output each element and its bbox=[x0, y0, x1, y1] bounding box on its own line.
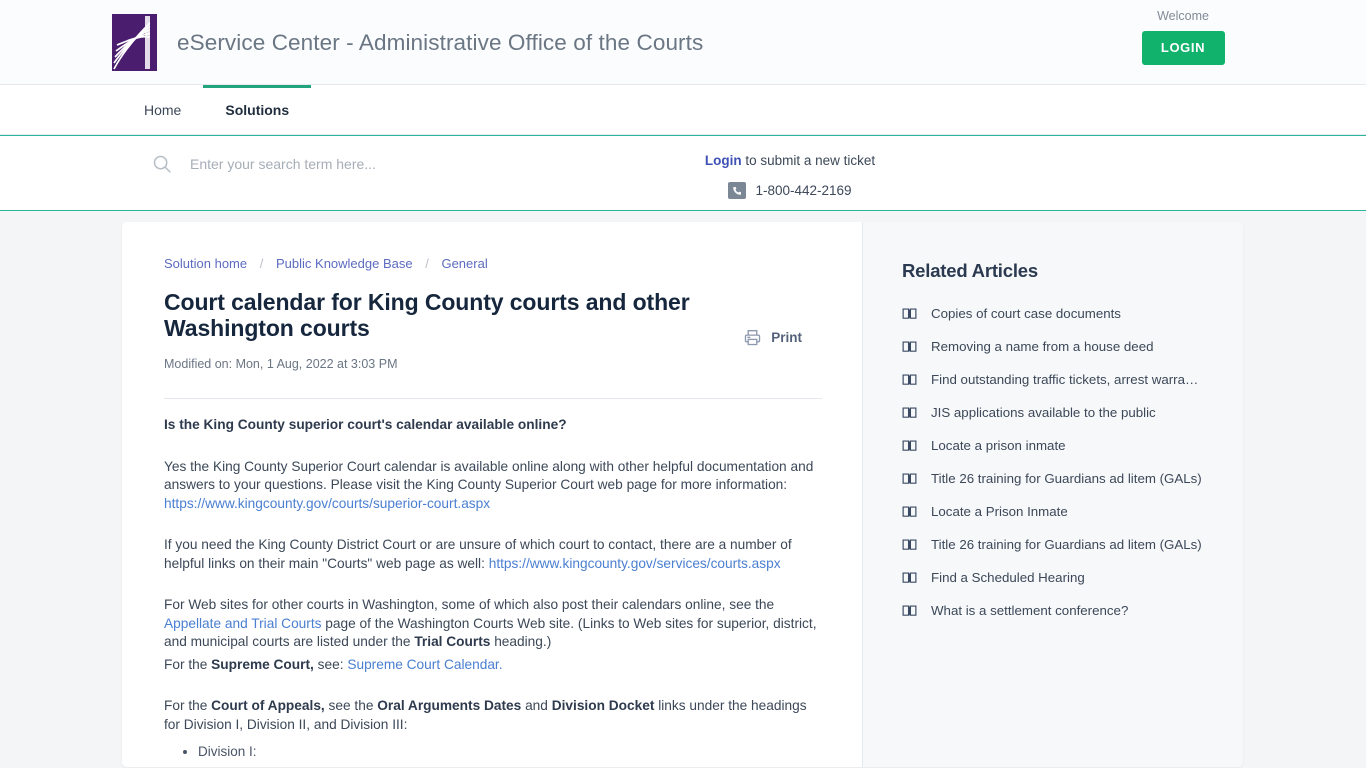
brand[interactable]: eService Center - Administrative Office … bbox=[112, 14, 703, 71]
article-paragraph-3: For Web sites for other courts in Washin… bbox=[164, 596, 824, 652]
related-articles-title: Related Articles bbox=[902, 260, 1038, 281]
list-item[interactable]: Removing a name from a house deed bbox=[902, 330, 1223, 363]
breadcrumb: Solution home / Public Knowledge Base / … bbox=[164, 255, 820, 273]
breadcrumb-item-public-knowledge-base[interactable]: Public Knowledge Base bbox=[276, 256, 413, 271]
search-icon bbox=[152, 154, 172, 174]
book-icon bbox=[902, 405, 917, 420]
article-paragraph-1: Yes the King County Superior Court calen… bbox=[164, 458, 824, 514]
book-icon bbox=[902, 471, 917, 486]
p5-bold-oral-arguments-dates: Oral Arguments Dates bbox=[377, 698, 522, 713]
title-row: Court calendar for King County courts an… bbox=[164, 289, 820, 348]
p5-text-a: For the bbox=[164, 698, 212, 713]
related-article-label: Find a Scheduled Hearing bbox=[931, 570, 1085, 585]
breadcrumb-item-general[interactable]: General bbox=[441, 256, 487, 271]
support-phone-number: 1-800-442-2169 bbox=[755, 183, 852, 198]
content-card: Solution home / Public Knowledge Base / … bbox=[122, 222, 1243, 767]
p1-link-superior-court[interactable]: https://www.kingcounty.gov/courts/superi… bbox=[164, 496, 490, 511]
article-question-text: Is the King County superior court's cale… bbox=[164, 417, 567, 432]
book-icon bbox=[902, 504, 917, 519]
book-icon bbox=[902, 339, 917, 354]
p4-text-b: see: bbox=[313, 656, 348, 672]
nav-item-solutions[interactable]: Solutions bbox=[203, 85, 311, 134]
list-item[interactable]: What is a settlement conference? bbox=[902, 594, 1223, 627]
article-paragraph-4: For the Supreme Court, see: Supreme Cour… bbox=[164, 656, 824, 675]
related-article-label: What is a settlement conference? bbox=[931, 603, 1129, 618]
breadcrumb-separator: / bbox=[425, 256, 429, 271]
list-item: Division I: bbox=[198, 742, 824, 761]
breadcrumb-separator: / bbox=[259, 256, 264, 271]
p3-text-c: heading.) bbox=[490, 634, 552, 649]
list-item[interactable]: Title 26 training for Guardians ad litem… bbox=[902, 528, 1223, 561]
book-icon bbox=[902, 603, 917, 618]
article-column: Solution home / Public Knowledge Base / … bbox=[122, 222, 862, 767]
article-paragraph-5: For the Court of Appeals, see the Oral A… bbox=[164, 697, 824, 734]
related-article-label: Locate a prison inmate bbox=[931, 438, 1066, 453]
welcome-text: Welcome bbox=[1157, 9, 1209, 23]
book-icon bbox=[902, 306, 917, 321]
support-phone[interactable]: 1-800-442-2169 bbox=[600, 182, 980, 199]
book-icon bbox=[902, 537, 917, 552]
p1-text: Yes the King County Superior Court calen… bbox=[164, 458, 814, 493]
list-item[interactable]: Locate a prison inmate bbox=[902, 429, 1223, 462]
related-article-label: Copies of court case documents bbox=[931, 306, 1121, 321]
p3-text-a: For Web sites for other courts in Washin… bbox=[164, 597, 775, 612]
book-icon bbox=[902, 372, 917, 387]
p4-bold-supreme-court: Supreme Court, bbox=[211, 656, 314, 672]
p3-bold-trial-courts: Trial Courts bbox=[414, 634, 491, 649]
login-button[interactable]: LOGIN bbox=[1141, 31, 1225, 65]
p5-bold-division-docket: Division Docket bbox=[551, 698, 655, 713]
main-nav: Home Solutions bbox=[0, 85, 1366, 135]
print-button[interactable]: Print bbox=[737, 327, 808, 348]
related-articles-list: Copies of court case documents Removing … bbox=[902, 297, 1223, 627]
division-list: Division I: bbox=[164, 742, 824, 761]
submit-ticket-login-link[interactable]: Login bbox=[705, 153, 742, 168]
p3-link-appellate-trial-courts[interactable]: Appellate and Trial Courts bbox=[164, 616, 322, 631]
related-article-label: Removing a name from a house deed bbox=[931, 339, 1154, 354]
p5-text-c: and bbox=[521, 698, 552, 713]
list-item[interactable]: Copies of court case documents bbox=[902, 297, 1223, 330]
modified-date: Modified on: Mon, 1 Aug, 2022 at 3:03 PM bbox=[164, 357, 398, 371]
nav-item-home[interactable]: Home bbox=[122, 85, 203, 134]
p5-bold-court-of-appeals: Court of Appeals, bbox=[211, 698, 325, 713]
related-article-label: Title 26 training for Guardians ad litem… bbox=[931, 537, 1202, 552]
related-article-label: Title 26 training for Guardians ad litem… bbox=[931, 471, 1202, 486]
article-body: Is the King County superior court's cale… bbox=[164, 399, 824, 761]
header-account-area: Welcome LOGIN bbox=[1123, 8, 1243, 65]
related-article-label: Find outstanding traffic tickets, arrest… bbox=[931, 372, 1199, 387]
list-item[interactable]: Locate a Prison Inmate bbox=[902, 495, 1223, 528]
ticket-info: Login to submit a new ticket 1-800-442-2… bbox=[600, 150, 980, 199]
breadcrumb-item-solution-home[interactable]: Solution home bbox=[164, 256, 247, 271]
p4-link-supreme-court-calendar[interactable]: Supreme Court Calendar. bbox=[347, 657, 502, 672]
list-item[interactable]: Find outstanding traffic tickets, arrest… bbox=[902, 363, 1223, 396]
list-item[interactable]: Title 26 training for Guardians ad litem… bbox=[902, 462, 1223, 495]
related-article-label: Locate a Prison Inmate bbox=[931, 504, 1068, 519]
article-question: Is the King County superior court's cale… bbox=[164, 416, 824, 435]
related-articles-panel: Related Articles Copies of court case do… bbox=[862, 222, 1243, 767]
article-paragraph-2: If you need the King County District Cou… bbox=[164, 536, 824, 573]
book-icon bbox=[902, 570, 917, 585]
p2-link-king-county-courts[interactable]: https://www.kingcounty.gov/services/cour… bbox=[489, 556, 781, 571]
search-input[interactable] bbox=[188, 155, 608, 173]
page-title: Court calendar for King County courts an… bbox=[164, 289, 690, 341]
p5-text-b: see the bbox=[324, 698, 378, 713]
printer-icon bbox=[743, 328, 762, 347]
print-label: Print bbox=[771, 330, 802, 345]
ticket-line: Login to submit a new ticket bbox=[600, 150, 980, 172]
phone-icon bbox=[728, 182, 747, 199]
brand-title: eService Center - Administrative Office … bbox=[177, 29, 704, 55]
book-icon bbox=[902, 438, 917, 453]
ticket-text: to submit a new ticket bbox=[741, 153, 876, 168]
p4-text-a: For the bbox=[164, 656, 212, 672]
related-article-label: JIS applications available to the public bbox=[931, 405, 1156, 420]
site-header: eService Center - Administrative Office … bbox=[0, 0, 1366, 85]
list-item[interactable]: JIS applications available to the public bbox=[902, 396, 1223, 429]
list-item[interactable]: Find a Scheduled Hearing bbox=[902, 561, 1223, 594]
search-area bbox=[152, 154, 632, 174]
page-body: Solution home / Public Knowledge Base / … bbox=[0, 211, 1366, 767]
search-band: Login to submit a new ticket 1-800-442-2… bbox=[0, 135, 1366, 211]
aoc-fan-logo-icon bbox=[112, 14, 157, 71]
